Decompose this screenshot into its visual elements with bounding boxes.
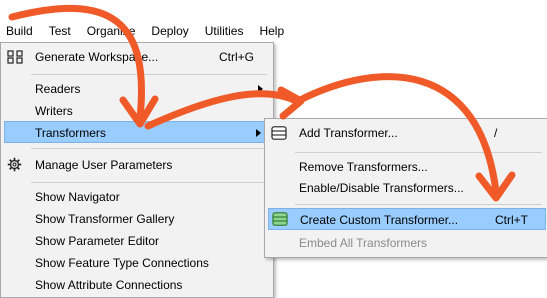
show-attribute-connections-label: Show Attribute Connections (35, 278, 183, 292)
show-feature-type-connections-item[interactable]: Show Feature Type Connections (2, 252, 272, 274)
separator (295, 152, 542, 153)
show-navigator-item[interactable]: Show Navigator (2, 186, 272, 208)
readers-label: Readers (35, 82, 81, 96)
embed-all-transformers-item[interactable]: Embed All Transformers (266, 232, 547, 254)
show-feature-type-connections-label: Show Feature Type Connections (35, 256, 209, 270)
menu-organize[interactable]: Organize (79, 20, 144, 42)
transformer-stack-icon (271, 126, 287, 140)
generate-workspace-item[interactable]: Generate Workspace... Ctrl+G (2, 46, 272, 68)
show-parameter-editor-label: Show Parameter Editor (35, 234, 160, 248)
separator (31, 148, 267, 149)
embed-all-transformers-label: Embed All Transformers (299, 236, 428, 250)
show-transformer-gallery-item[interactable]: Show Transformer Gallery (2, 208, 272, 230)
readers-item[interactable]: Readers (2, 78, 272, 100)
create-custom-transformer-label: Create Custom Transformer... (300, 213, 459, 227)
menu-utilities[interactable]: Utilities (197, 20, 252, 42)
menu-deploy[interactable]: Deploy (143, 20, 196, 42)
add-transformer-label: Add Transformer... (299, 126, 398, 140)
generate-workspace-label: Generate Workspace... (35, 50, 159, 64)
workspace-icon (7, 50, 23, 64)
menu-help[interactable]: Help (251, 20, 292, 42)
add-transformer-item[interactable]: Add Transformer... / (266, 122, 547, 144)
gear-icon (7, 157, 22, 172)
remove-transformers-label: Remove Transformers... (299, 160, 428, 174)
create-custom-transformer-item[interactable]: Create Custom Transformer... Ctrl+T (268, 208, 546, 230)
custom-transformer-stack-icon (272, 212, 288, 226)
writers-item[interactable]: Writers (2, 100, 272, 122)
transformers-item[interactable]: Transformers (4, 121, 271, 143)
enable-disable-transformers-item[interactable]: Enable/Disable Transformers... (266, 177, 547, 199)
arrowhead-2 (277, 86, 305, 120)
manage-user-parameters-item[interactable]: Manage User Parameters (2, 154, 272, 176)
show-attribute-connections-item[interactable]: Show Attribute Connections (2, 274, 272, 296)
separator (31, 182, 267, 183)
submenu-arrow-icon (256, 129, 261, 137)
menu-bar: Build Test Organize Deploy Utilities Hel… (0, 19, 547, 43)
submenu-arrow-icon (258, 85, 263, 93)
manage-user-parameters-label: Manage User Parameters (35, 158, 173, 172)
enable-disable-transformers-label: Enable/Disable Transformers... (299, 181, 464, 195)
menu-build[interactable]: Build (0, 20, 41, 42)
generate-workspace-shortcut: Ctrl+G (219, 50, 255, 64)
create-custom-transformer-shortcut: Ctrl+T (495, 213, 528, 227)
show-navigator-label: Show Navigator (35, 190, 120, 204)
remove-transformers-item[interactable]: Remove Transformers... (266, 156, 547, 178)
writers-label: Writers (35, 104, 73, 118)
transformers-label: Transformers (35, 126, 106, 140)
separator (295, 204, 542, 205)
build-menu: Generate Workspace... Ctrl+G Readers Wri… (0, 42, 274, 298)
separator (31, 74, 267, 75)
add-transformer-shortcut: / (494, 126, 498, 140)
menu-test[interactable]: Test (41, 20, 79, 42)
show-transformer-gallery-label: Show Transformer Gallery (35, 212, 175, 226)
show-parameter-editor-item[interactable]: Show Parameter Editor (2, 230, 272, 252)
transformers-submenu: Add Transformer... / Remove Transformers… (264, 118, 547, 258)
